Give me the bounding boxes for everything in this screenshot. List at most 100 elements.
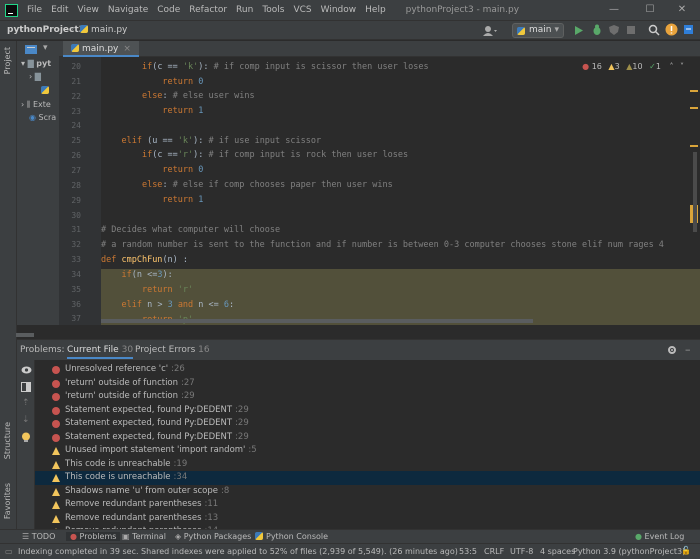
updates-icon[interactable] [665,23,678,36]
menu-file[interactable]: File [27,5,42,15]
problem-text: This code is unreachable [65,458,171,469]
close-tab-icon[interactable]: × [123,44,131,54]
eye-icon[interactable] [21,366,32,374]
problem-line-ref: :8 [221,485,230,496]
terminal-tool-button[interactable]: ▣ Terminal [122,532,166,541]
menu-code[interactable]: Code [157,5,180,15]
problem-item[interactable]: This code is unreachable:19 [35,458,700,472]
stop-icon[interactable] [626,25,636,35]
collapse-all-icon[interactable]: ⇣ [22,415,30,425]
tree-item-file[interactable] [41,86,52,95]
project-horizontal-scrollbar[interactable] [16,333,34,337]
menu-window[interactable]: Window [321,5,357,15]
problems-tool-window: Problems: Current File 30 Project Errors… [17,339,700,530]
interpreter-selector[interactable]: Python 3.9 (pythonProject3) [573,547,685,556]
menu-tools[interactable]: Tools [262,5,284,15]
tab-current-file[interactable]: Current File 30 [67,345,134,359]
tree-item-external-libraries[interactable]: › ⫼ Exte [21,100,51,110]
tab-project-errors[interactable]: Project Errors 16 [135,345,210,355]
breadcrumb-file[interactable]: main.py [80,25,127,35]
code-editor[interactable]: 20 21 22 23 24 25 26 27 28 29 30 31 32 33 34 35 36 37 if(… [59,57,700,325]
project-tool-window: ▾ ▾ ▇ pyt › ▇ › ⫼ Exte ◉ Scra [17,41,59,325]
lightbulb-icon[interactable] [21,432,31,443]
problem-item[interactable]: Unresolved reference 'c':26 [35,363,700,377]
line-number: 32 [71,240,81,250]
menu-navigate[interactable]: Navigate [108,5,148,15]
line-separator[interactable]: CRLF [484,547,504,556]
chevron-up-icon[interactable]: ˄ [669,62,673,71]
problem-item[interactable]: 'return' outside of function:27 [35,377,700,391]
jetbrains-plugin-icon[interactable] [682,23,695,36]
menu-edit[interactable]: Edit [51,5,68,15]
problems-list[interactable]: Unresolved reference 'c':26'return' outs… [35,360,700,530]
problem-item[interactable]: Statement expected, found Py:DEDENT:29 [35,431,700,445]
problem-text: Unused import statement 'import random' [65,445,246,455]
menu-view[interactable]: View [78,5,99,15]
warning-icon [52,514,60,523]
editor-tab-main-py[interactable]: main.py × [63,41,139,57]
tree-item-scratches[interactable]: ◉ Scra [29,113,56,122]
error-stripe-mark[interactable] [690,107,698,109]
tree-item-folder[interactable]: › ▇ [29,72,41,81]
problem-item[interactable]: This code is unreachable:34 [35,471,700,485]
problem-item[interactable]: Statement expected, found Py:DEDENT:29 [35,404,700,418]
maximize-button[interactable]: ☐ [632,0,668,20]
problem-item[interactable]: Remove redundant parentheses:13 [35,512,700,526]
problems-label: Problems [79,532,117,541]
python-packages-tool-button[interactable]: ◈ Python Packages [175,532,251,541]
editor-scrollbar[interactable] [693,152,697,232]
problem-item[interactable]: Statement expected, found Py:DEDENT:29 [35,417,700,431]
search-icon[interactable] [648,24,660,36]
list-icon: ☰ [22,532,30,541]
project-view-icon[interactable] [25,45,39,54]
code-line-26: if(c =='r'): # if comp input is rock the… [141,150,409,160]
menu-help[interactable]: Help [365,5,386,15]
menu-run[interactable]: Run [236,5,253,15]
event-log-tool-button[interactable]: ● Event Log [635,532,684,541]
inspection-widget[interactable]: ● 16 ▲3 ▲10 ✓1 ˄ ˅ [582,62,684,71]
editor-horizontal-scrollbar[interactable] [101,319,533,323]
run-icon[interactable] [574,25,584,36]
hide-panel-icon[interactable]: – [685,343,691,356]
error-stripe-mark[interactable] [690,145,698,147]
problem-item[interactable]: 'return' outside of function:29 [35,390,700,404]
breadcrumb-file-label: main.py [91,25,128,35]
indent-setting[interactable]: 4 spaces [540,547,575,556]
todo-tool-button[interactable]: ☰ TODO [22,532,55,541]
debug-icon[interactable] [591,24,603,36]
file-encoding[interactable]: UTF-8 [510,547,533,556]
run-config-dropdown[interactable]: main ▾ [512,23,564,38]
problem-item[interactable]: Unused import statement 'import random':… [35,444,700,458]
error-icon [52,406,60,415]
problem-item[interactable]: Remove redundant parentheses:11 [35,498,700,512]
gear-icon[interactable] [667,345,677,355]
problems-tool-button[interactable]: ● Problems [66,532,121,541]
line-number: 22 [71,91,81,101]
tree-item-project-root[interactable]: ▾ ▇ pyt [21,59,51,68]
menu-vcs[interactable]: VCS [293,5,311,15]
weak-warning-count: 10 [632,62,643,71]
problem-item[interactable]: Shadows name 'u' from outer scope:8 [35,485,700,499]
problem-text: Remove redundant parentheses [65,499,202,509]
problem-line-ref: :19 [173,458,188,469]
user-icon[interactable] [482,25,498,37]
lock-icon[interactable]: 🔓 [681,546,691,555]
event-log-label: Event Log [644,532,685,541]
error-stripe-mark[interactable] [690,90,698,92]
close-button[interactable]: ✕ [664,0,700,20]
favorites-tool-button[interactable]: Favorites [3,483,12,519]
chevron-down-icon[interactable]: ˅ [680,62,684,71]
project-tool-button[interactable]: Project [3,47,12,74]
structure-tool-button[interactable]: Structure [3,422,12,459]
caret-position[interactable]: 53:5 [459,547,477,556]
status-message[interactable]: Indexing completed in 39 sec. Shared ind… [18,547,458,556]
menu-refactor[interactable]: Refactor [189,5,227,15]
chevron-down-icon[interactable]: ▾ [43,43,48,53]
tree-item-label: Exte [32,100,51,109]
status-toggle-icon[interactable]: ▭ [5,547,13,556]
preview-icon[interactable] [21,382,31,392]
coverage-icon[interactable] [608,24,620,36]
expand-all-icon[interactable]: ⇡ [22,398,30,408]
minimize-button[interactable]: — [596,0,632,20]
python-console-tool-button[interactable]: Python Console [255,532,328,541]
